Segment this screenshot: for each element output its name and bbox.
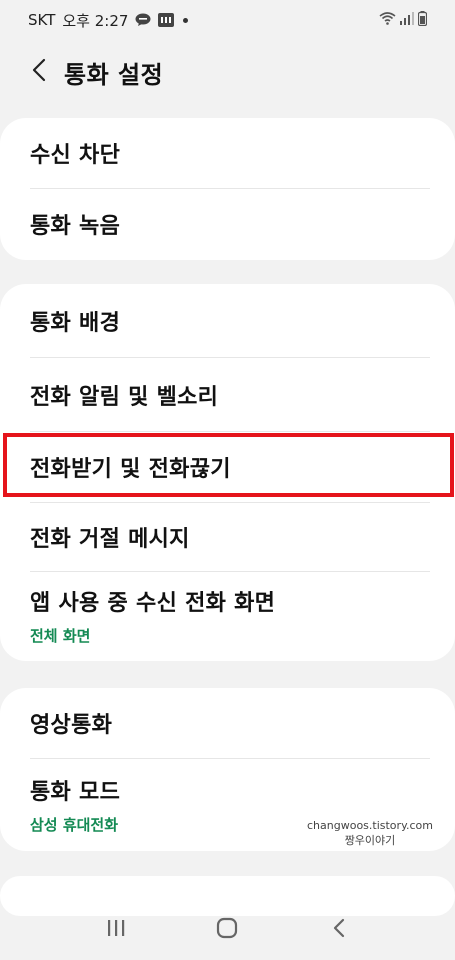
chevron-left-icon bbox=[32, 58, 46, 86]
battery-icon bbox=[417, 10, 428, 30]
menu-item-ringtone[interactable]: 전화 알림 및 벨소리 bbox=[30, 358, 430, 431]
app-notification-icon bbox=[158, 13, 175, 27]
more-notifications-dot bbox=[183, 17, 189, 23]
menu-item-call-background[interactable]: 통화 배경 bbox=[30, 284, 430, 357]
settings-card-call-options: 통화 배경 전화 알림 및 벨소리 전화받기 및 전화끊기 전화 거절 메시지 … bbox=[0, 284, 455, 661]
menu-item-reject-messages[interactable]: 전화 거절 메시지 bbox=[30, 503, 430, 571]
menu-item-label: 영상통화 bbox=[30, 713, 113, 738]
menu-item-answer-end-calls[interactable]: 전화받기 및 전화끊기 bbox=[30, 432, 430, 502]
menu-item-value: 전체 화면 bbox=[30, 626, 91, 645]
back-nav-button[interactable] bbox=[309, 908, 369, 952]
watermark-url: changwoos.tistory.com bbox=[307, 819, 433, 832]
navigation-bar bbox=[0, 900, 455, 960]
home-button[interactable] bbox=[197, 908, 257, 952]
settings-card-blocking: 수신 차단 통화 녹음 bbox=[0, 118, 455, 260]
app-header: 통화 설정 bbox=[0, 44, 455, 100]
recent-apps-icon bbox=[106, 919, 126, 941]
menu-item-incoming-call-display[interactable]: 앱 사용 중 수신 전화 화면 전체 화면 bbox=[30, 572, 430, 658]
clock: 오후 2:27 bbox=[62, 11, 129, 30]
signal-icon bbox=[400, 11, 414, 29]
watermark: changwoos.tistory.com 짱우이야기 bbox=[307, 818, 433, 848]
menu-item-label: 앱 사용 중 수신 전화 화면 bbox=[30, 590, 276, 616]
page-title: 통화 설정 bbox=[64, 60, 164, 89]
recent-apps-button[interactable] bbox=[86, 908, 146, 952]
wifi-icon bbox=[379, 11, 396, 29]
menu-item-label: 통화 녹음 bbox=[30, 214, 121, 239]
back-button[interactable] bbox=[0, 44, 60, 100]
menu-item-label: 전화받기 및 전화끊기 bbox=[30, 457, 231, 482]
carrier-label: SKT bbox=[28, 11, 56, 29]
status-bar: SKT 오후 2:27 bbox=[0, 0, 455, 40]
menu-item-label: 전화 거절 메시지 bbox=[30, 527, 190, 552]
menu-item-block-calls[interactable]: 수신 차단 bbox=[30, 118, 430, 188]
menu-item-label: 수신 차단 bbox=[30, 143, 121, 168]
menu-item-label: 통화 배경 bbox=[30, 310, 121, 336]
back-icon bbox=[332, 918, 346, 942]
menu-item-call-recording[interactable]: 통화 녹음 bbox=[30, 189, 430, 259]
menu-item-label: 전화 알림 및 벨소리 bbox=[30, 384, 219, 410]
home-icon bbox=[216, 917, 238, 943]
menu-item-video-call[interactable]: 영상통화 bbox=[30, 688, 430, 758]
watermark-blog-name: 짱우이야기 bbox=[344, 834, 396, 847]
talk-notification-icon bbox=[135, 13, 151, 27]
menu-item-label: 통화 모드 bbox=[30, 779, 121, 805]
